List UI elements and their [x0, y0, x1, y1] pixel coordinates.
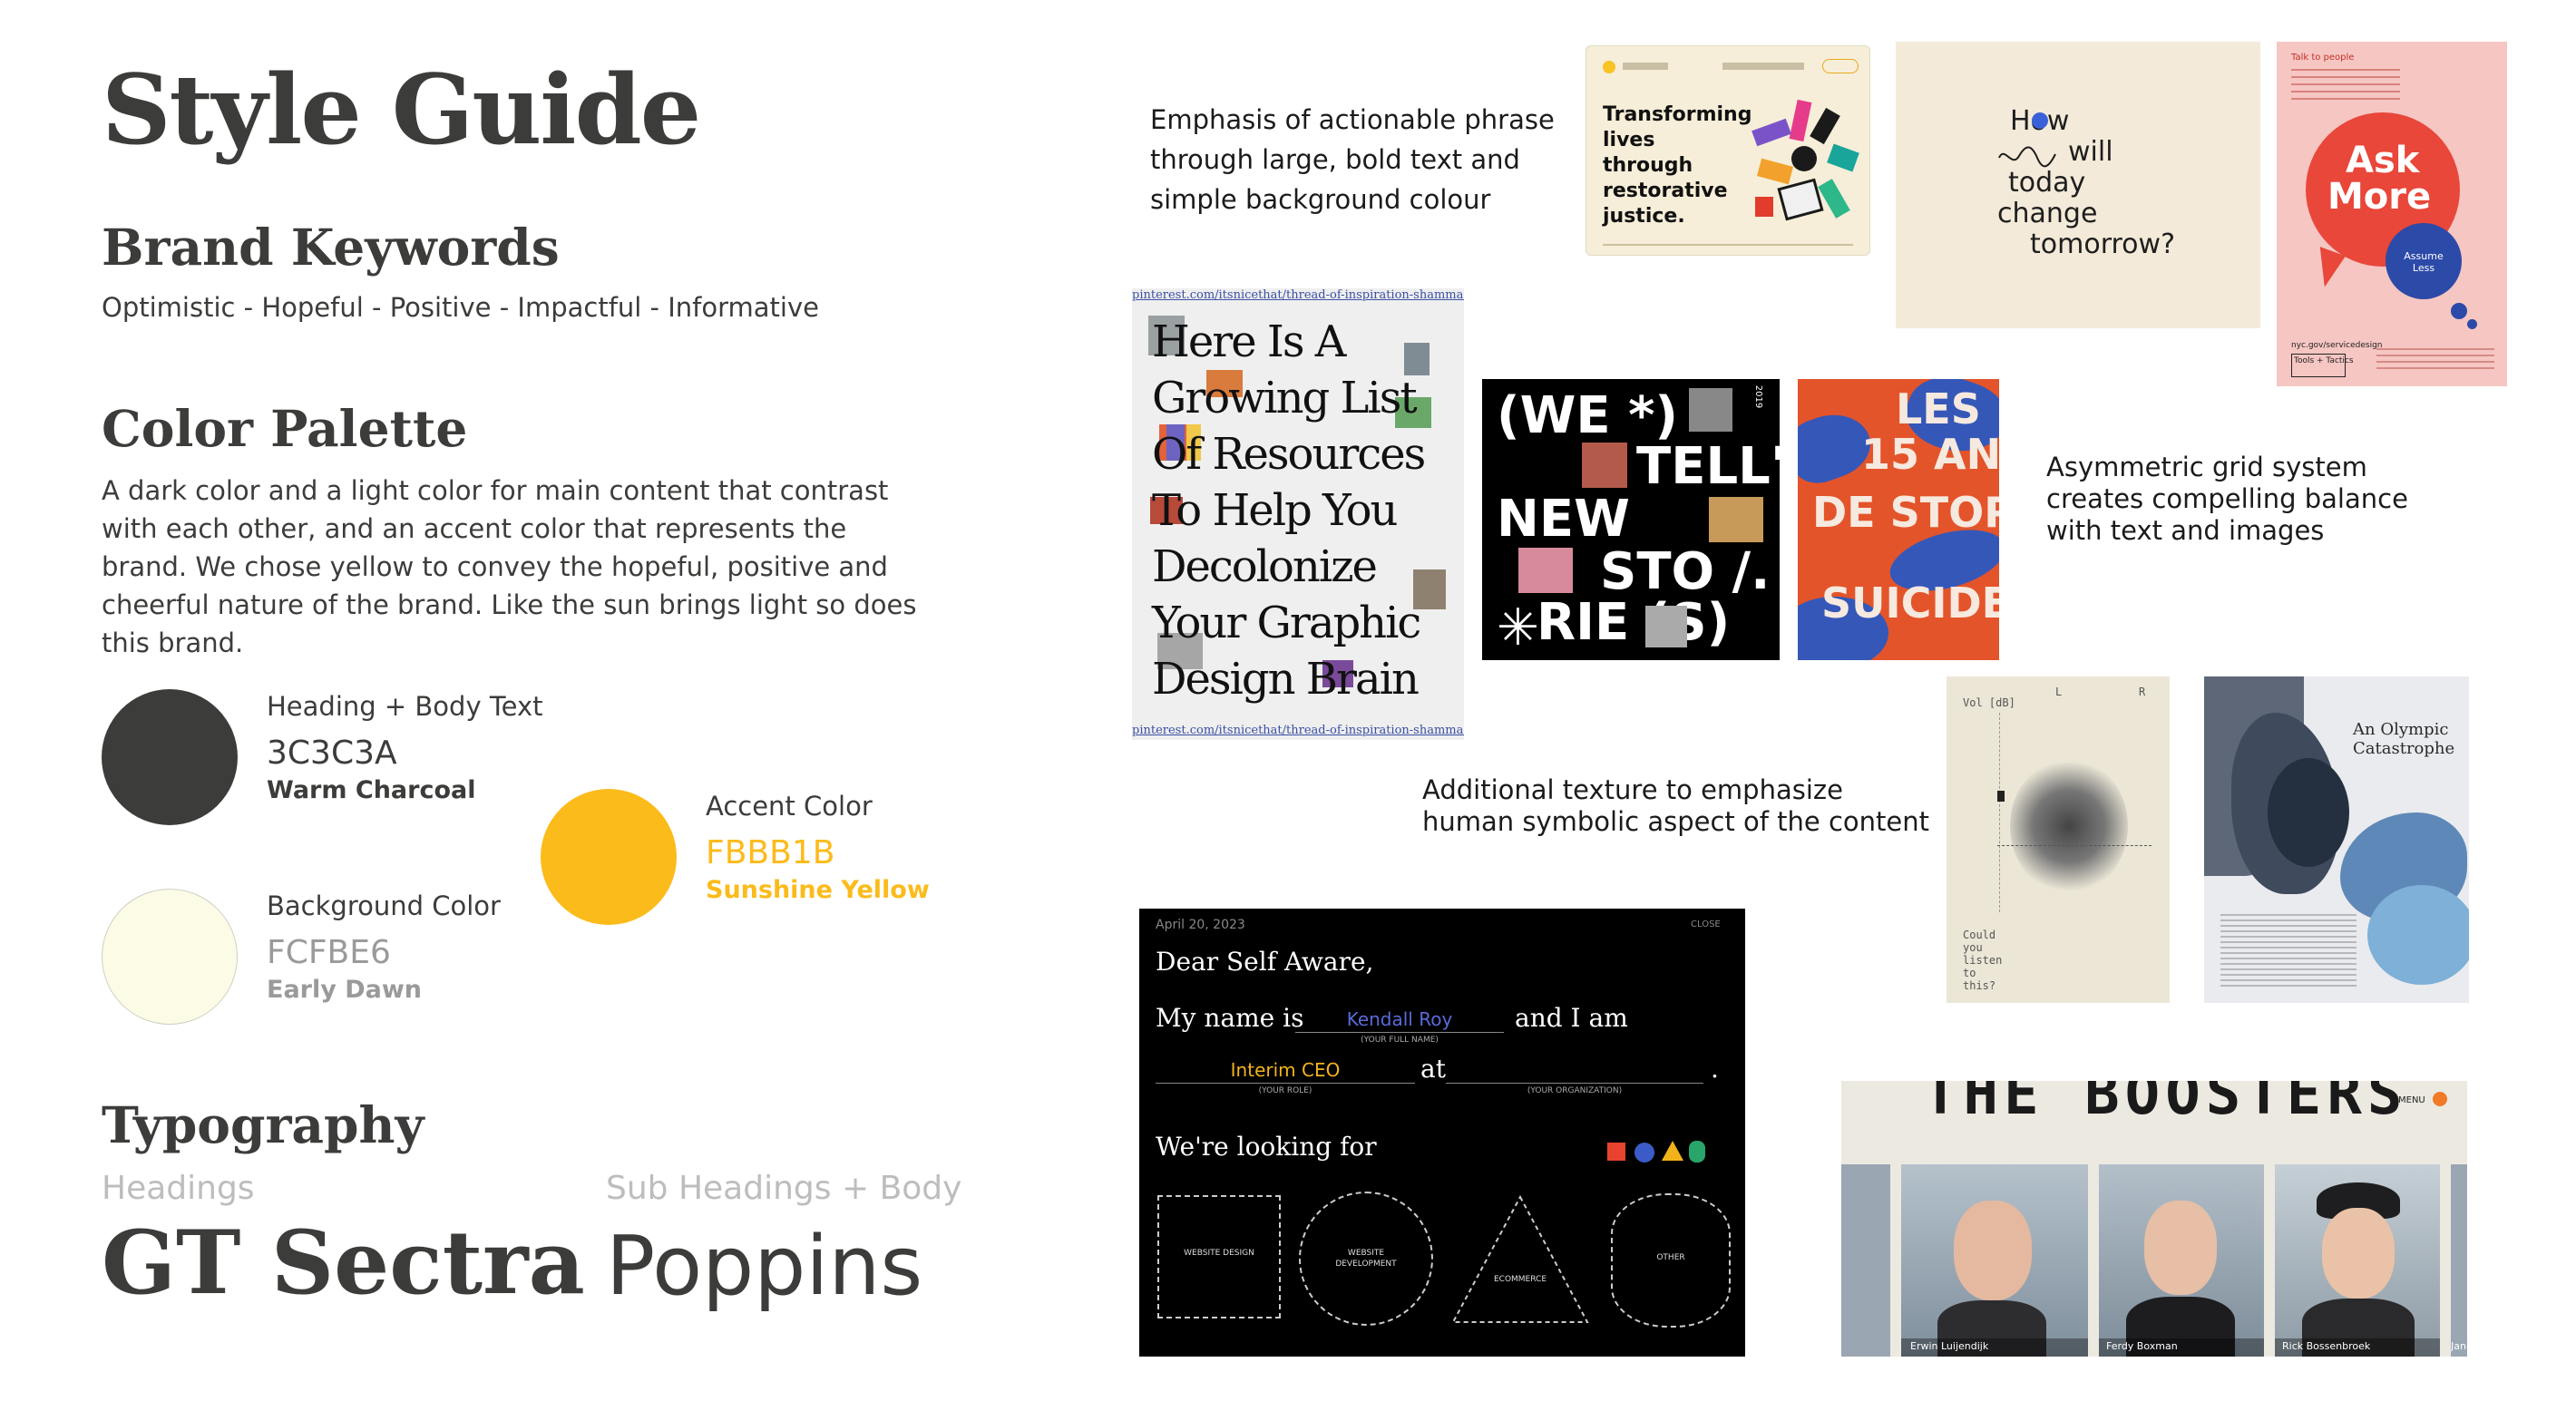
ask-more-poster: Talk to people Ask More Assume Less nyc.…: [2277, 42, 2507, 386]
photo: [1709, 497, 1763, 542]
inquiry-form: April 20, 2023 CLOSE Dear Self Aware, My…: [1139, 909, 1745, 1357]
color-palette-description: A dark color and a light color for main …: [102, 475, 917, 658]
new-stories-poster: (WE *) TELL" NEW STO /. RIE (S) 2019 ✳: [1482, 379, 1780, 660]
website-design-option[interactable]: WEBSITE DESIGN: [1157, 1195, 1281, 1318]
headings-label: Headings: [102, 1170, 255, 1207]
organization-input[interactable]: [1446, 1054, 1703, 1084]
swatch-name: Warm Charcoal: [267, 776, 476, 804]
texture-caption: Additional texture to emphasize human sy…: [1422, 774, 1930, 837]
olympic-poster: An Olympic Catastrophe: [2204, 676, 2469, 1003]
star-icon: ✳: [1497, 598, 1539, 657]
portrait-photo: [1645, 606, 1687, 647]
swatch-name: Early Dawn: [267, 976, 423, 1004]
swatch-hex: 3C3C3A: [267, 735, 397, 772]
other-option[interactable]: OTHER: [1611, 1193, 1731, 1328]
boosters-site: THE BOOSTERS MENU Erwin Luijendijk Ferdy…: [1841, 1081, 2467, 1357]
portrait-photo: [1582, 443, 1627, 488]
les-15-ans-poster: LES 15 ANS DE STOP SUICIDE: [1798, 379, 1999, 660]
swatch-name: Sunshine Yellow: [706, 876, 930, 904]
swatch-label: Background Color: [267, 890, 501, 921]
portrait-photo: [1689, 388, 1732, 432]
photo-card[interactable]: Rick Bossenbroek: [2275, 1164, 2440, 1357]
brand-keywords-text: Optimistic - Hopeful - Positive - Impact…: [102, 292, 819, 323]
brand-keywords-heading: Brand Keywords: [102, 218, 560, 277]
blob-icon: [1689, 1141, 1705, 1163]
decolonize-poster: pinterest.com/itsnicethat/thread-of-insp…: [1132, 288, 1464, 740]
square-icon: [1607, 1143, 1625, 1161]
photo-card: [1841, 1164, 1890, 1357]
form-greeting: Dear Self Aware,: [1156, 947, 1374, 977]
decolonize-headline: Here Is A Growing List Of Resources To H…: [1152, 316, 1426, 705]
website-development-option[interactable]: WEBSITE DEVELOPMENT: [1299, 1192, 1433, 1326]
color-palette-heading: Color Palette: [102, 399, 468, 458]
ecommerce-option[interactable]: [1448, 1192, 1593, 1328]
logo-icon: [1603, 61, 1615, 73]
grid-caption: Asymmetric grid system creates compellin…: [2046, 452, 2408, 546]
listen-poster: Vol [dB] L R Could you listen to this?: [1947, 676, 2170, 1003]
menu-button: [1822, 59, 1859, 73]
form-date: April 20, 2023: [1156, 918, 1245, 932]
sunshine-yellow-swatch: [541, 789, 677, 925]
page-title: Style Guide: [102, 53, 701, 166]
dotted-figure: [2010, 758, 2128, 894]
justice-headline: Transforming lives through restorative j…: [1603, 103, 1752, 228]
role-input[interactable]: Interim CEO: [1156, 1054, 1415, 1084]
photo-card[interactable]: Ferdy Boxman: [2099, 1164, 2264, 1357]
early-dawn-swatch: [102, 889, 238, 1025]
body-label: Sub Headings + Body: [606, 1170, 962, 1207]
boosters-heading: THE BOOSTERS: [1923, 1081, 2408, 1128]
swatch-label: Accent Color: [706, 791, 873, 822]
photo-card[interactable]: Erwin Luijendijk: [1901, 1164, 2088, 1357]
full-name-input[interactable]: Kendall Roy: [1295, 1003, 1504, 1033]
typography-heading: Typography: [102, 1095, 424, 1154]
swatch-hex: FBBB1B: [706, 834, 835, 871]
photo: [1518, 548, 1573, 593]
photo-card[interactable]: Jan-Wil: [2451, 1164, 2467, 1357]
close-button[interactable]: CLOSE: [1691, 919, 1721, 929]
swatch-label: Heading + Body Text: [267, 691, 543, 722]
menu-button[interactable]: MENU: [2398, 1095, 2425, 1105]
emphasis-caption: Emphasis of actionable phrase through la…: [1150, 104, 1555, 215]
justice-card: Transforming lives through restorative j…: [1586, 45, 1870, 256]
triangle-icon: [1662, 1141, 1683, 1161]
collage-art: [1751, 99, 1859, 221]
body-font-sample: Poppins: [606, 1219, 923, 1314]
warm-charcoal-swatch: [102, 689, 238, 825]
headings-font-sample: GT Sectra: [102, 1211, 585, 1314]
swatch-hex: FCFBE6: [267, 934, 391, 971]
tomorrow-card: How will today change tomorrow?: [1896, 42, 2260, 328]
circle-icon: [1634, 1143, 1654, 1163]
looking-for-label: We're looking for: [1156, 1132, 1377, 1162]
menu-dot-icon: [2433, 1092, 2447, 1106]
circle-icon: [2032, 112, 2048, 129]
